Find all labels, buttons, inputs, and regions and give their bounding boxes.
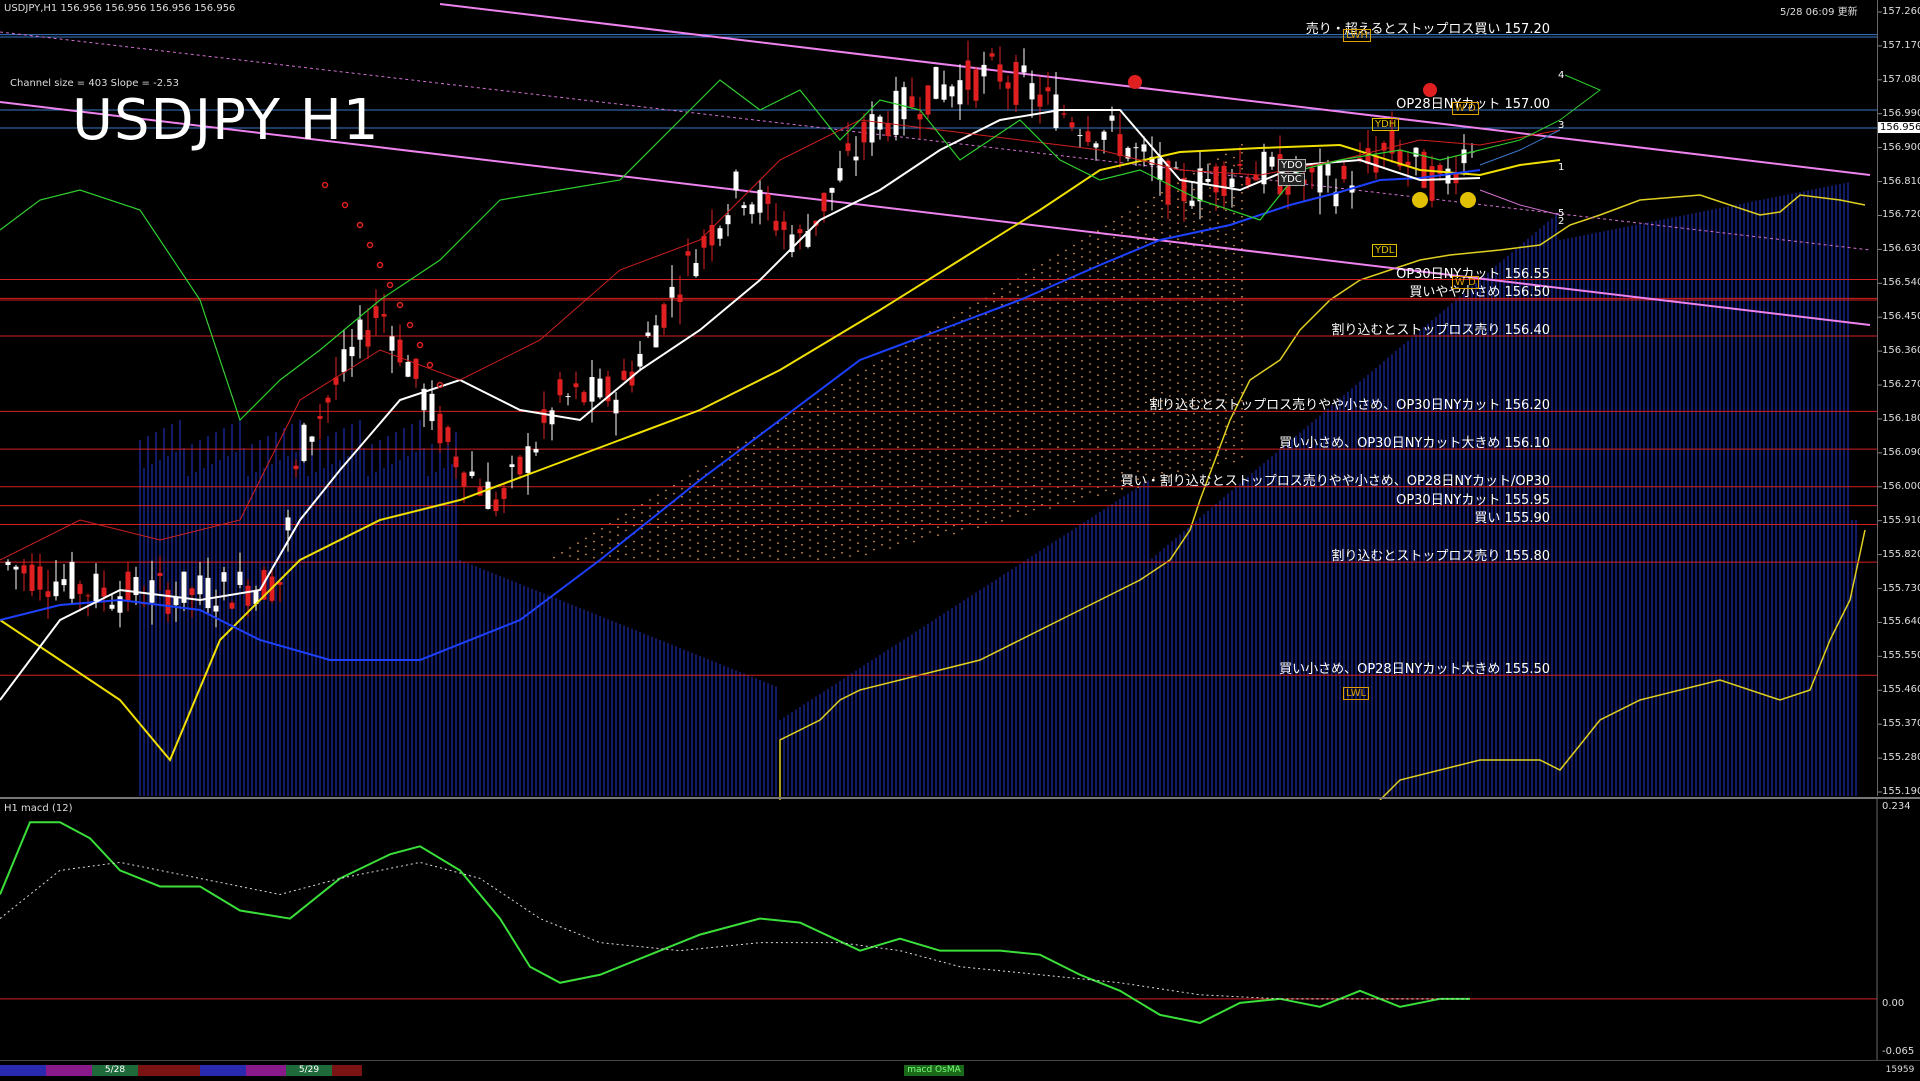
level-label: 買い小さめ、OP28日NYカット大きめ 155.50 bbox=[1279, 662, 1550, 678]
price-tick: 156.630 bbox=[1882, 243, 1920, 255]
parabolic-dot bbox=[356, 221, 364, 229]
price-tick: 157.080 bbox=[1882, 73, 1920, 85]
parabolic-dot bbox=[416, 341, 424, 349]
bar-count: 15959 bbox=[1885, 1065, 1915, 1075]
lwl-marker: LWL bbox=[1343, 687, 1370, 700]
chart-title: USDJPY H1 bbox=[72, 88, 380, 153]
up-arrow-icon bbox=[1412, 192, 1428, 208]
level-label: 買い・割り込むとストップロス売りやや小さめ、OP28日NYカット/OP30 bbox=[1120, 473, 1550, 489]
price-tick: 156.000 bbox=[1882, 480, 1920, 492]
price-axis[interactable] bbox=[1877, 0, 1920, 796]
level-label: 買いやや小さめ 156.50 bbox=[1409, 285, 1550, 301]
up-arrow-icon bbox=[1460, 192, 1476, 208]
price-tick: 157.260 bbox=[1882, 6, 1920, 17]
down-arrow-icon bbox=[1128, 75, 1142, 89]
price-tick: 155.910 bbox=[1882, 514, 1920, 526]
period-tab[interactable]: 5/28 bbox=[92, 1065, 138, 1076]
level-label: 割り込むとストップロス売り 155.80 bbox=[1331, 549, 1550, 565]
price-tick: 155.280 bbox=[1882, 752, 1920, 764]
price-tick: 156.990 bbox=[1882, 107, 1920, 119]
period-tab[interactable] bbox=[246, 1065, 286, 1076]
price-tick: 156.450 bbox=[1882, 311, 1920, 323]
lwh-marker: LWH bbox=[1343, 29, 1372, 42]
update-timestamp: 5/28 06:09 更新 bbox=[1780, 7, 1858, 18]
parabolic-dot bbox=[341, 201, 349, 209]
price-tick: 157.170 bbox=[1882, 39, 1920, 51]
price-tick: 156.720 bbox=[1882, 209, 1920, 221]
parabolic-dot bbox=[386, 281, 394, 289]
indicator-tab[interactable]: macd OsMA bbox=[904, 1065, 964, 1076]
ma-red-line bbox=[0, 119, 1561, 561]
parabolic-dot bbox=[321, 181, 329, 189]
price-tick: 156.180 bbox=[1882, 412, 1920, 424]
price-tick: 156.090 bbox=[1882, 446, 1920, 458]
wd-bottom-marker: W D bbox=[1452, 276, 1479, 289]
level-label: 買い小さめ、OP30日NYカット大きめ 156.10 bbox=[1279, 436, 1550, 452]
ichimoku-cloud bbox=[139, 182, 1857, 796]
level-label: 買い 155.90 bbox=[1474, 511, 1550, 527]
projection-pink-line bbox=[1479, 189, 1561, 216]
period-tab[interactable] bbox=[332, 1065, 362, 1076]
mt4-chart-screen: USDJPY,H1 156.956 156.956 156.956 156.95… bbox=[0, 0, 1920, 1081]
price-tick: 156.810 bbox=[1882, 175, 1920, 187]
channel-label-3: 3 bbox=[1558, 120, 1565, 131]
price-tick: 155.460 bbox=[1882, 684, 1920, 696]
ydc-marker: YDC bbox=[1278, 173, 1305, 186]
parabolic-dot bbox=[426, 361, 434, 369]
macd-tick-bottom: -0.065 bbox=[1882, 1046, 1915, 1057]
price-tick: 156.270 bbox=[1882, 379, 1920, 391]
price-tick: 155.730 bbox=[1882, 582, 1920, 594]
macd-tick-zero: 0.00 bbox=[1882, 998, 1905, 1009]
period-tab[interactable] bbox=[0, 1065, 46, 1076]
period-tab[interactable]: 5/29 bbox=[286, 1065, 332, 1076]
ydh-marker: YDH bbox=[1372, 118, 1400, 131]
parabolic-dot bbox=[396, 301, 404, 309]
projection-green-line bbox=[1479, 74, 1601, 151]
macd-signal-line bbox=[0, 861, 1470, 1000]
bottom-time-bar: 5/28 5/29 macd OsMA 15959 bbox=[0, 1060, 1920, 1081]
parabolic-dot bbox=[376, 261, 384, 269]
ydo-marker: YDO bbox=[1278, 159, 1306, 172]
level-label: 割り込むとストップロス売り 156.40 bbox=[1331, 323, 1550, 339]
price-tick: 155.190 bbox=[1882, 786, 1920, 797]
price-tick: 156.540 bbox=[1882, 277, 1920, 289]
ma-blue-line bbox=[0, 169, 1481, 661]
price-tick: 155.820 bbox=[1882, 548, 1920, 560]
level-label: 割り込むとストップロス売りやや小さめ、OP30日NYカット 156.20 bbox=[1149, 398, 1550, 414]
price-tick: 155.550 bbox=[1882, 650, 1920, 662]
current-price-tag: 156.956 bbox=[1878, 122, 1920, 133]
senkou-span-line bbox=[779, 194, 1866, 800]
price-tick: 155.370 bbox=[1882, 718, 1920, 730]
macd-title: H1 macd (12) bbox=[4, 803, 73, 814]
channel-label-4: 4 bbox=[1558, 70, 1565, 81]
macd-indicator-chart[interactable] bbox=[0, 799, 1920, 1060]
ydl-marker: YDL bbox=[1372, 244, 1398, 257]
period-tab[interactable] bbox=[46, 1065, 92, 1076]
macd-line bbox=[0, 821, 1470, 1024]
parabolic-dot bbox=[436, 381, 444, 389]
macd-tick-top: 0.234 bbox=[1882, 801, 1911, 812]
parabolic-dot bbox=[406, 321, 414, 329]
period-tab[interactable] bbox=[138, 1065, 200, 1076]
symbol-header: USDJPY,H1 156.956 156.956 156.956 156.95… bbox=[4, 3, 236, 14]
parabolic-dot bbox=[366, 241, 374, 249]
price-tick: 156.360 bbox=[1882, 345, 1920, 357]
price-tick: 156.900 bbox=[1882, 141, 1920, 153]
level-label: OP30日NYカット 155.95 bbox=[1396, 492, 1550, 508]
channel-label-1: 1 bbox=[1558, 162, 1565, 173]
period-tab[interactable] bbox=[200, 1065, 246, 1076]
price-tick: 155.640 bbox=[1882, 616, 1920, 628]
channel-label-2: 2 bbox=[1558, 216, 1565, 227]
wd-top-marker: W D bbox=[1452, 102, 1479, 115]
